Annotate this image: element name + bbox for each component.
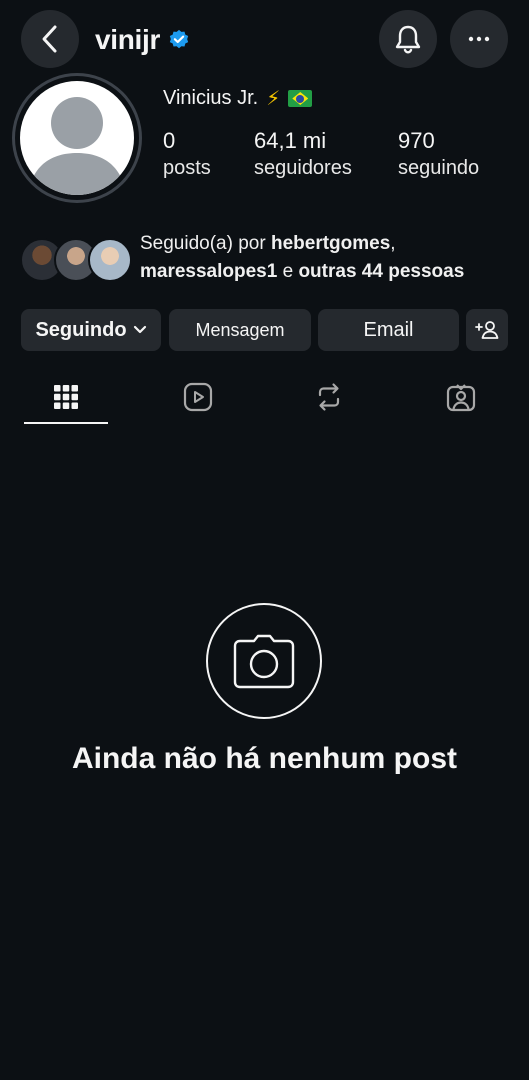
- comma: ,: [390, 233, 396, 254]
- mutual-user-link[interactable]: maressalopes1: [140, 261, 277, 282]
- empty-state-message: Ainda não há nenhum post: [71, 742, 457, 775]
- connector: e: [277, 261, 299, 282]
- active-tab-indicator: [24, 422, 108, 424]
- default-avatar-icon: [20, 81, 134, 195]
- repost-icon: [318, 383, 340, 411]
- chevron-down-icon: [133, 325, 146, 334]
- bell-icon: [395, 25, 421, 54]
- tagged-icon: [446, 384, 476, 412]
- suggested-users-button[interactable]: [466, 309, 508, 351]
- stat-label: seguidores: [254, 157, 352, 179]
- username-row: vinijr: [95, 22, 190, 58]
- stat-posts[interactable]: 0 posts: [163, 128, 211, 182]
- followed-by[interactable]: Seguido(a) por hebertgomes, maressalopes…: [20, 230, 520, 290]
- verified-badge-icon: [169, 29, 189, 49]
- mutual-user-link[interactable]: hebertgomes: [271, 233, 390, 254]
- message-label: Mensagem: [195, 319, 285, 340]
- display-name: Vinicius Jr.: [163, 87, 259, 109]
- tab-reels[interactable]: [156, 377, 240, 417]
- mutual-avatars: [20, 238, 132, 282]
- following-label: Seguindo: [35, 318, 127, 341]
- add-user-icon: [475, 321, 499, 339]
- profile-avatar[interactable]: [12, 73, 142, 203]
- stat-value: 970: [398, 128, 435, 153]
- tab-reposts[interactable]: [287, 377, 371, 417]
- reels-icon: [183, 382, 213, 412]
- email-label: Email: [363, 318, 414, 341]
- following-button[interactable]: Seguindo: [21, 309, 161, 351]
- stat-label: seguindo: [398, 157, 480, 179]
- mutual-avatar: [88, 238, 132, 282]
- ellipsis-icon: [468, 36, 490, 42]
- others-link[interactable]: outras 44 pessoas: [298, 261, 464, 282]
- stat-value: 0: [163, 128, 176, 153]
- username: vinijr: [95, 24, 161, 55]
- back-button[interactable]: [21, 10, 79, 68]
- email-button[interactable]: Email: [318, 309, 459, 351]
- empty-state-icon-circle: [206, 603, 322, 719]
- stat-value: 64,1 mi: [254, 128, 327, 153]
- message-button[interactable]: Mensagem: [169, 309, 311, 351]
- display-name-row: Vinicius Jr. ⚡: [163, 86, 313, 111]
- tab-posts[interactable]: [24, 377, 108, 417]
- chevron-left-icon: [42, 25, 57, 53]
- notifications-button[interactable]: [379, 10, 437, 68]
- stat-followers[interactable]: 64,1 mi seguidores: [254, 128, 352, 182]
- grid-icon: [54, 385, 78, 409]
- tab-tagged[interactable]: [419, 377, 503, 417]
- more-options-button[interactable]: [450, 10, 508, 68]
- brazil-flag-icon: [288, 90, 313, 107]
- stat-following[interactable]: 970 seguindo: [398, 128, 479, 182]
- lightning-emoji: ⚡: [266, 88, 281, 110]
- stat-label: posts: [163, 157, 211, 179]
- followed-by-text: Seguido(a) por hebertgomes, maressalopes…: [140, 230, 464, 286]
- camera-icon: [233, 634, 295, 689]
- followed-prefix: Seguido(a) por: [140, 233, 271, 254]
